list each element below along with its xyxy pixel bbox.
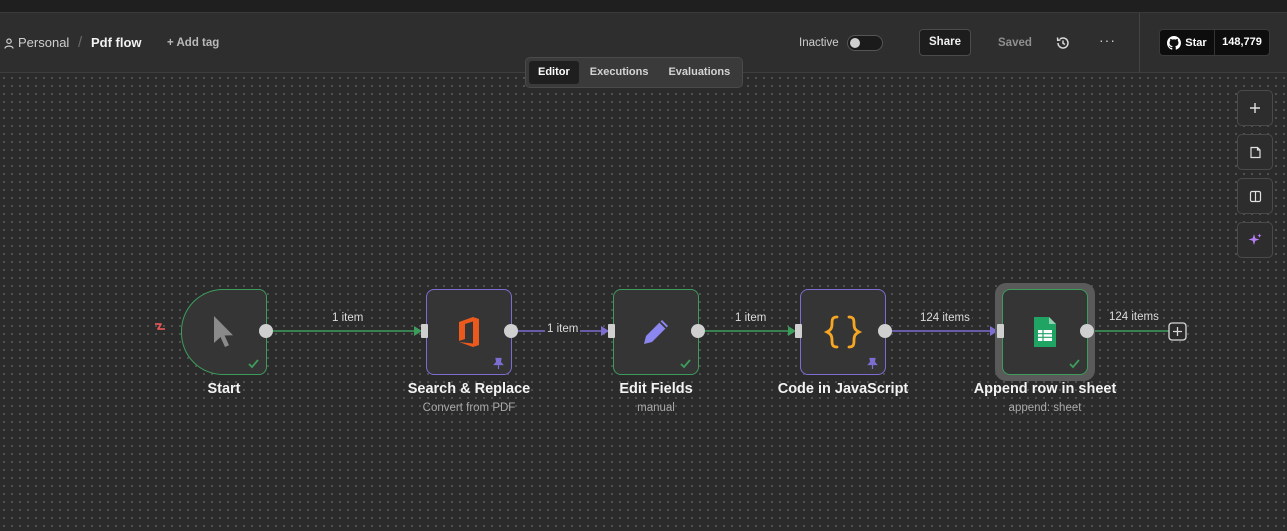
- connection-label: 124 items: [918, 312, 972, 324]
- input-handle[interactable]: [997, 324, 1004, 338]
- output-handle[interactable]: [504, 324, 518, 338]
- cursor-icon: [214, 316, 233, 347]
- connection-edit-code[interactable]: [705, 326, 796, 336]
- add-tag-button[interactable]: + Add tag: [167, 13, 219, 73]
- node-edit-fields[interactable]: [613, 289, 699, 375]
- tab-executions[interactable]: Executions: [581, 61, 658, 84]
- node-start[interactable]: [181, 289, 267, 375]
- user-icon: [4, 37, 14, 49]
- connection-code-sheet[interactable]: [892, 326, 998, 336]
- pencil-icon: [644, 320, 668, 344]
- connection-label: 124 items: [1107, 311, 1161, 323]
- more-options-icon[interactable]: ···: [1099, 33, 1115, 49]
- output-handle[interactable]: [1080, 324, 1094, 338]
- node-subtitle: manual: [637, 402, 675, 414]
- workflow-name[interactable]: Pdf flow: [91, 13, 142, 73]
- input-handle[interactable]: [795, 324, 802, 338]
- success-check-icon: [680, 359, 691, 369]
- tab-evaluations[interactable]: Evaluations: [659, 61, 739, 84]
- active-status-label: Inactive: [799, 37, 839, 49]
- history-icon[interactable]: [1055, 35, 1071, 51]
- google-sheets-icon: [1034, 317, 1056, 347]
- node-code-javascript[interactable]: [800, 289, 886, 375]
- header-divider: [1139, 13, 1140, 73]
- tab-editor[interactable]: Editor: [529, 61, 579, 84]
- input-handle[interactable]: [608, 324, 615, 338]
- active-toggle[interactable]: [847, 35, 883, 51]
- output-handle[interactable]: [259, 324, 273, 338]
- success-check-icon: [248, 359, 259, 369]
- node-title: Start: [207, 381, 241, 397]
- office-icon: [459, 317, 479, 347]
- connection-label: 1 item: [330, 312, 366, 324]
- github-star-left: Star: [1160, 30, 1215, 55]
- saved-status: Saved: [998, 37, 1032, 49]
- connection-label: 1 item: [733, 312, 769, 324]
- node-append-row-sheet[interactable]: [1002, 289, 1088, 375]
- pin-icon: [493, 357, 504, 369]
- input-handle[interactable]: [421, 324, 428, 338]
- pin-icon: [867, 357, 878, 369]
- breadcrumb-project[interactable]: Personal: [4, 13, 69, 73]
- output-handle[interactable]: [691, 324, 705, 338]
- breadcrumb-project-label: Personal: [18, 35, 70, 50]
- window-top-strip: [0, 0, 1287, 13]
- node-title: Code in JavaScript: [777, 381, 909, 397]
- connection-label: 1 item: [545, 323, 581, 335]
- curly-braces-icon: [823, 315, 863, 349]
- breadcrumb-separator: /: [78, 34, 83, 51]
- node-subtitle: append: sheet: [1008, 402, 1082, 414]
- github-icon: [1167, 35, 1182, 50]
- toggle-knob: [850, 38, 860, 48]
- github-star-label: Star: [1185, 36, 1207, 49]
- node-title: Append row in sheet: [973, 381, 1117, 397]
- view-tabs: Editor Executions Evaluations: [525, 57, 743, 88]
- connection-start-search[interactable]: [273, 326, 422, 336]
- node-search-replace[interactable]: [426, 289, 512, 375]
- github-star-button[interactable]: Star 148,779: [1159, 29, 1270, 56]
- share-button[interactable]: Share: [919, 29, 971, 56]
- github-star-count: 148,779: [1222, 36, 1262, 48]
- workflow-canvas[interactable]: 1 item 1 item 1 item 124 items 124 items…: [0, 74, 1287, 531]
- trigger-bolt-icon: [155, 323, 165, 330]
- add-next-node-icon[interactable]: [1168, 322, 1187, 341]
- output-handle[interactable]: [878, 324, 892, 338]
- success-check-icon: [1069, 359, 1080, 369]
